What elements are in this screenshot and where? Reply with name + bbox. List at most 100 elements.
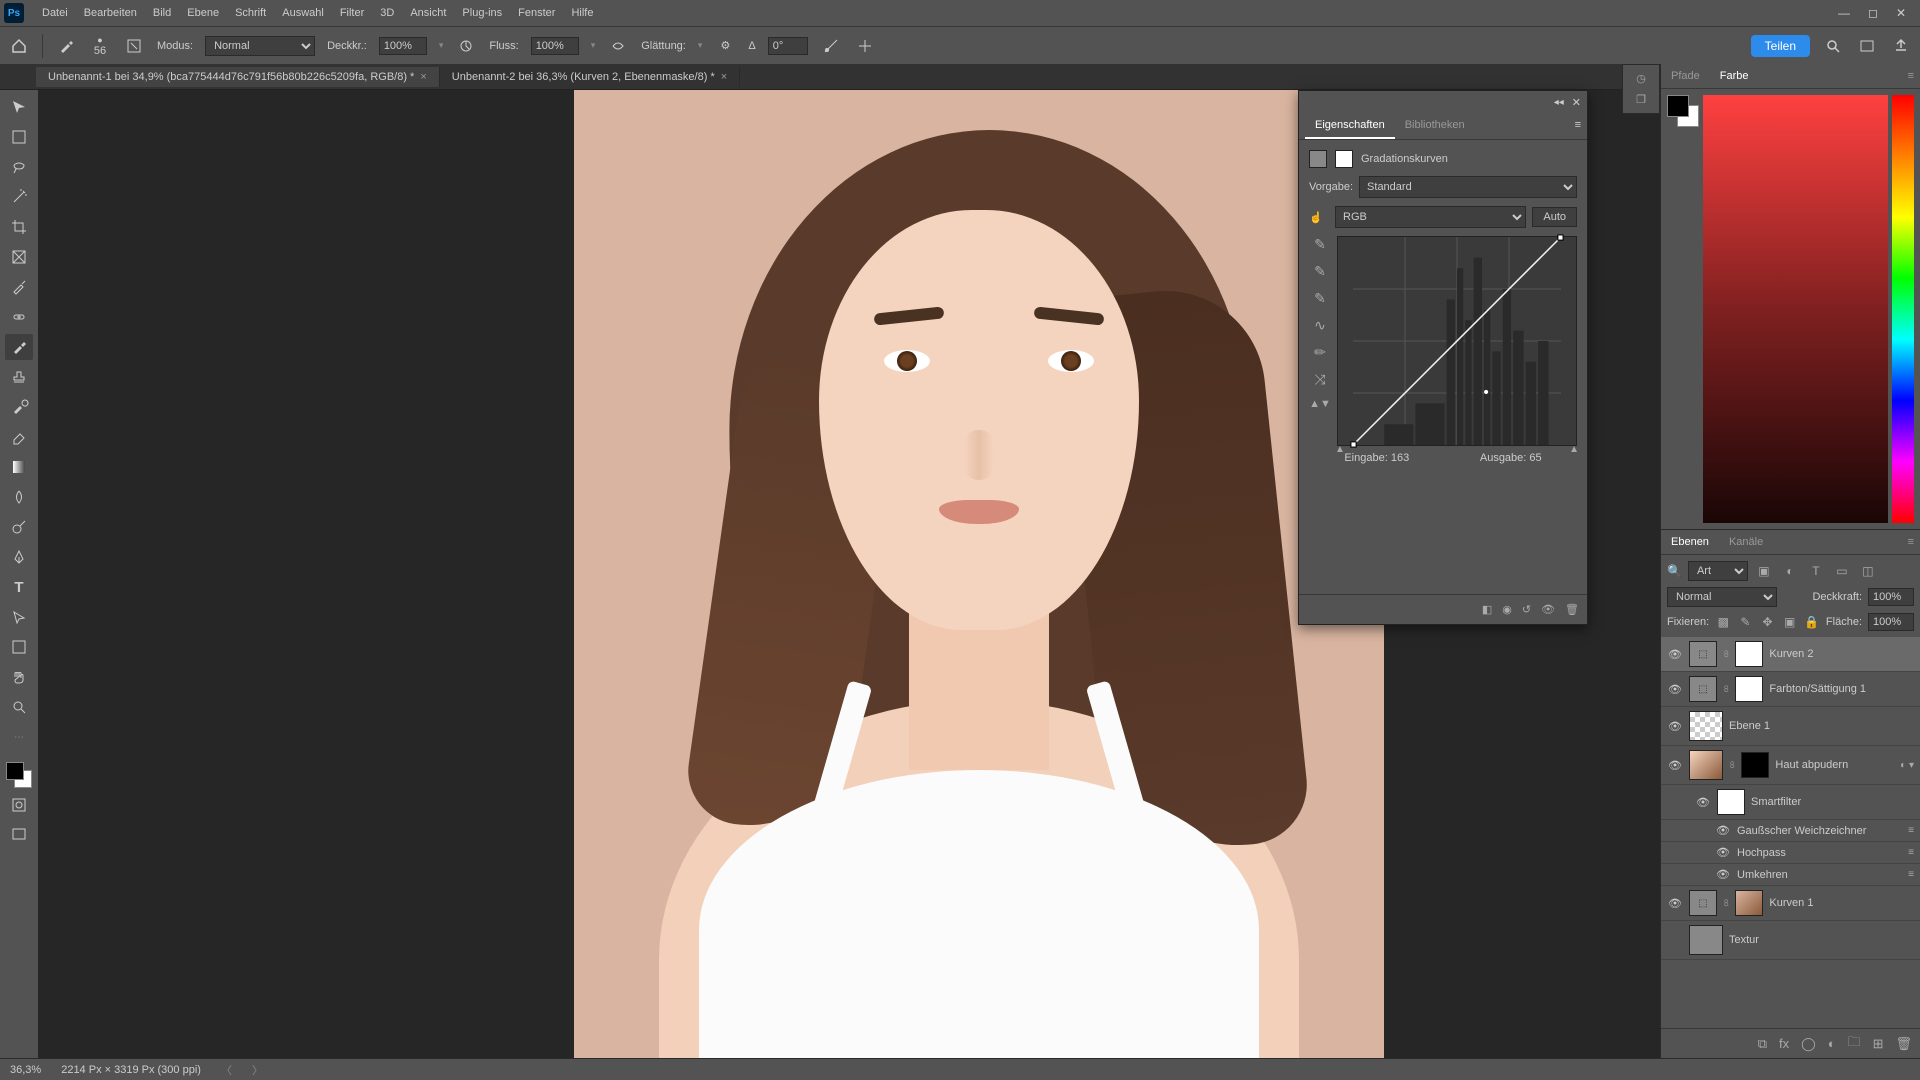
menu-hilfe[interactable]: Hilfe — [563, 3, 601, 23]
new-adjustment-icon[interactable]: ◐ — [1828, 1036, 1836, 1051]
menu-fenster[interactable]: Fenster — [510, 3, 563, 23]
link-layers-icon[interactable]: ⧉ — [1758, 1036, 1767, 1052]
document-canvas[interactable] — [574, 90, 1384, 1058]
fill-input[interactable] — [1868, 613, 1914, 631]
gray-eyedropper-icon[interactable]: ✎ — [1314, 263, 1326, 280]
filter-type-icon[interactable]: T — [1806, 562, 1826, 580]
layer-mask-thumb[interactable] — [1735, 890, 1763, 916]
edit-points-icon[interactable]: ∿ — [1314, 317, 1326, 334]
brush-tool[interactable] — [5, 334, 33, 360]
tab-pfade[interactable]: Pfade — [1661, 64, 1710, 88]
lock-position-icon[interactable]: ✥ — [1759, 613, 1775, 631]
filter-smart-icon[interactable]: ◫ — [1858, 562, 1878, 580]
white-eyedropper-icon[interactable]: ✎ — [1314, 290, 1326, 307]
angle-input[interactable] — [768, 37, 808, 55]
new-layer-icon[interactable]: ⊞ — [1873, 1036, 1884, 1052]
layers-panel-icon[interactable]: ❐ — [1636, 93, 1646, 106]
zoom-tool[interactable] — [5, 694, 33, 720]
menu-schrift[interactable]: Schrift — [227, 3, 274, 23]
lock-transparent-icon[interactable]: ▩ — [1715, 613, 1731, 631]
link-mask-icon[interactable]: 𝟾 — [1723, 649, 1729, 660]
screenmode-icon[interactable] — [5, 822, 33, 848]
menu-ebene[interactable]: Ebene — [179, 3, 227, 23]
filter-type-select[interactable]: Art — [1688, 561, 1748, 581]
filter-shape-icon[interactable]: ▭ — [1832, 562, 1852, 580]
menu-datei[interactable]: Datei — [34, 3, 76, 23]
layer-fx-icon[interactable]: fx — [1779, 1036, 1789, 1051]
layer-row-6[interactable]: 👁Hochpass≡ — [1661, 842, 1920, 864]
clip-icon[interactable]: ▲▼ — [1309, 398, 1331, 410]
hand-tool[interactable] — [5, 664, 33, 690]
collapse-panel-icon[interactable]: ◂◂ — [1554, 97, 1564, 108]
layer-name[interactable]: Smartfilter — [1751, 796, 1914, 808]
search-icon[interactable] — [1822, 35, 1844, 57]
close-tab-icon[interactable]: × — [420, 71, 426, 83]
share-button[interactable]: Teilen — [1751, 35, 1810, 57]
layer-name[interactable]: Textur — [1729, 934, 1914, 946]
lock-artboard-icon[interactable]: ▣ — [1782, 613, 1798, 631]
lock-pixels-icon[interactable]: ✎ — [1737, 613, 1753, 631]
filter-visibility-toggle[interactable]: 👁 — [1715, 868, 1731, 881]
gradient-tool[interactable] — [5, 454, 33, 480]
link-mask-icon[interactable]: 𝟾 — [1729, 760, 1735, 771]
color-swatches[interactable] — [6, 762, 32, 788]
layer-name[interactable]: Ebene 1 — [1729, 720, 1914, 732]
filter-search-icon[interactable]: 🔍 — [1667, 564, 1682, 578]
delete-layer-icon[interactable]: 🗑 — [1895, 1036, 1912, 1052]
close-icon[interactable]: ✕ — [1896, 6, 1906, 20]
layer-name[interactable]: Haut abpudern — [1775, 759, 1894, 771]
layer-mask-thumb[interactable] — [1735, 641, 1763, 667]
layer-visibility-toggle[interactable]: 👁 — [1667, 897, 1683, 910]
menu-auswahl[interactable]: Auswahl — [274, 3, 332, 23]
status-left-icon[interactable]: 〈 — [221, 1062, 232, 1078]
close-tab-icon[interactable]: × — [721, 71, 727, 83]
canvas-area[interactable] — [38, 90, 1920, 1058]
export-icon[interactable] — [1890, 35, 1912, 57]
tab-ebenen[interactable]: Ebenen — [1661, 530, 1719, 554]
flow-dropdown-icon[interactable]: ▾ — [591, 40, 596, 51]
hue-slider[interactable] — [1892, 95, 1914, 523]
filter-blend-icon[interactable]: ≡ — [1908, 825, 1914, 836]
layer-row-7[interactable]: 👁Umkehren≡ — [1661, 864, 1920, 886]
eyedropper-tool[interactable] — [5, 274, 33, 300]
link-mask-icon[interactable]: 𝟾 — [1723, 684, 1729, 695]
draw-curve-icon[interactable]: ✏ — [1314, 344, 1326, 361]
minimize-icon[interactable]: — — [1838, 6, 1850, 20]
filter-expand-icon[interactable]: ◐ ▾ — [1900, 760, 1914, 771]
preset-select[interactable]: Standard — [1359, 176, 1577, 198]
shape-tool[interactable] — [5, 634, 33, 660]
layer-row-3[interactable]: 👁𝟾Haut abpudern◐ ▾ — [1661, 746, 1920, 785]
history-panel-icon[interactable]: ◷ — [1636, 72, 1646, 85]
history-brush-tool[interactable] — [5, 394, 33, 420]
zoom-readout[interactable]: 36,3% — [10, 1064, 41, 1076]
menu-ansicht[interactable]: Ansicht — [402, 3, 454, 23]
close-panel-icon[interactable]: ✕ — [1572, 96, 1581, 109]
white-slider[interactable]: ▲ — [1569, 444, 1579, 455]
layer-visibility-toggle[interactable]: 👁 — [1667, 683, 1683, 696]
tab-farbe[interactable]: Farbe — [1710, 64, 1759, 88]
layer-visibility-toggle[interactable]: 👁 — [1695, 796, 1711, 809]
dodge-tool[interactable] — [5, 514, 33, 540]
black-slider[interactable]: ▲ — [1335, 444, 1345, 455]
clip-to-layer-icon[interactable]: ◧ — [1482, 603, 1492, 616]
tab-kanale[interactable]: Kanäle — [1719, 530, 1773, 554]
layer-row-4[interactable]: 👁 Smartfilter — [1661, 785, 1920, 820]
status-right-icon[interactable]: 〉 — [252, 1062, 263, 1078]
frame-tool[interactable] — [5, 244, 33, 270]
new-group-icon[interactable]: 🗀 — [1848, 1033, 1861, 1055]
smoothing-gear-icon[interactable]: ⚙ — [714, 35, 736, 57]
opacity-input[interactable] — [379, 37, 427, 55]
brush-tool-icon[interactable] — [55, 35, 77, 57]
blend-mode-select[interactable]: Normal — [205, 36, 315, 56]
healing-tool[interactable] — [5, 304, 33, 330]
eraser-tool[interactable] — [5, 424, 33, 450]
flow-input[interactable] — [531, 37, 579, 55]
tab-bibliotheken[interactable]: Bibliotheken — [1395, 113, 1475, 139]
pressure-size-icon[interactable] — [820, 35, 842, 57]
smoothing-dropdown-icon[interactable]: ▾ — [698, 40, 703, 51]
doc-dims-readout[interactable]: 2214 Px × 3319 Px (300 ppi) — [61, 1064, 201, 1076]
delete-adj-icon[interactable]: 🗑 — [1565, 603, 1579, 616]
reset-icon[interactable]: ↺ — [1522, 603, 1531, 616]
layer-opacity-input[interactable] — [1868, 588, 1914, 606]
layer-name[interactable]: Kurven 1 — [1769, 897, 1914, 909]
